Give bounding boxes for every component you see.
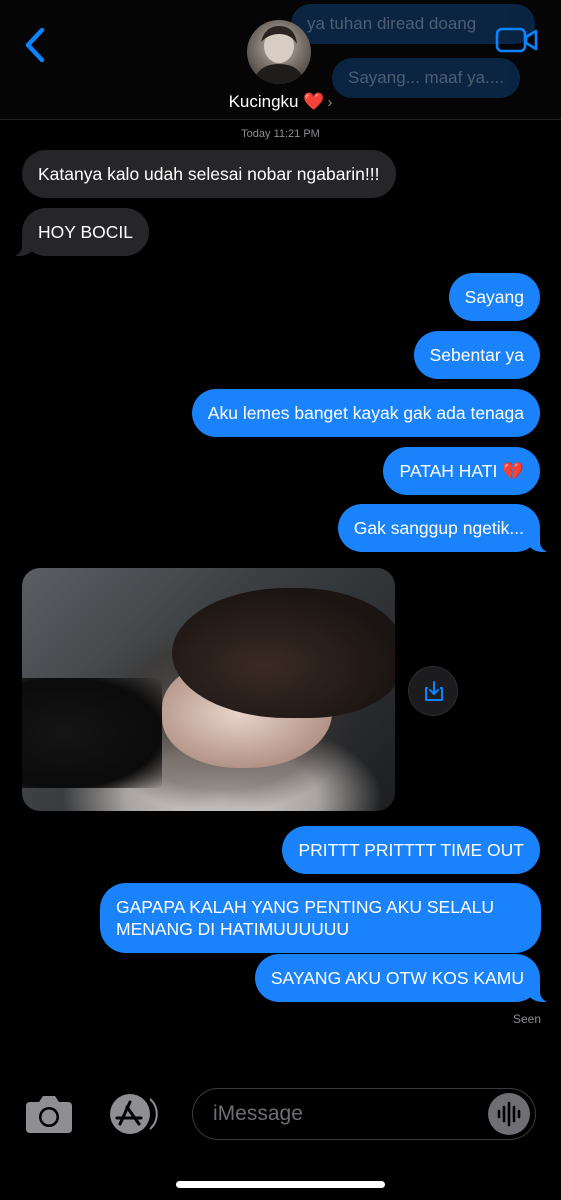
photo-message[interactable] bbox=[22, 568, 395, 811]
photo-shirt bbox=[22, 678, 162, 788]
avatar-photo bbox=[253, 26, 305, 84]
audio-waveform-button[interactable] bbox=[488, 1093, 530, 1135]
outgoing-message[interactable]: Gak sanggup ngetik... bbox=[337, 504, 553, 552]
outgoing-message[interactable]: SAYANG AKU OTW KOS KAMU bbox=[254, 954, 553, 1002]
read-receipt: Seen bbox=[512, 1012, 541, 1026]
outgoing-message[interactable]: Sayang bbox=[448, 273, 540, 321]
photo-hair bbox=[172, 588, 395, 718]
message-input-placeholder: iMessage bbox=[213, 1102, 303, 1125]
incoming-message[interactable]: HOY BOCIL bbox=[10, 208, 149, 256]
download-button[interactable] bbox=[408, 666, 458, 716]
outgoing-message[interactable]: Sebentar ya bbox=[413, 331, 540, 379]
home-indicator[interactable] bbox=[176, 1181, 385, 1188]
outgoing-message[interactable]: PATAH HATI 💔 bbox=[383, 447, 540, 495]
incoming-message[interactable]: Katanya kalo udah selesai nobar ngabarin… bbox=[22, 150, 396, 198]
outgoing-message[interactable]: GAPAPA KALAH YANG PENTING AKU SELALU MEN… bbox=[100, 883, 541, 953]
app-store-icon[interactable] bbox=[105, 1093, 161, 1135]
chevron-right-icon: › bbox=[327, 94, 333, 111]
message-input[interactable]: iMessage bbox=[192, 1088, 536, 1140]
contact-name[interactable]: Kucingku ❤️ › bbox=[0, 92, 561, 112]
message-timestamp: Today 11:21 PM bbox=[241, 128, 320, 140]
camera-icon[interactable] bbox=[24, 1093, 74, 1135]
audio-waveform-icon bbox=[497, 1101, 521, 1127]
chevron-left-icon[interactable] bbox=[20, 25, 52, 65]
download-icon bbox=[425, 681, 443, 701]
outgoing-message[interactable]: Aku lemes banget kayak gak ada tenaga bbox=[191, 389, 540, 437]
video-camera-icon[interactable] bbox=[495, 26, 539, 54]
contact-avatar[interactable] bbox=[247, 20, 311, 84]
outgoing-message[interactable]: PRITTT PRITTTT TIME OUT bbox=[282, 826, 540, 874]
header-divider bbox=[0, 119, 561, 120]
